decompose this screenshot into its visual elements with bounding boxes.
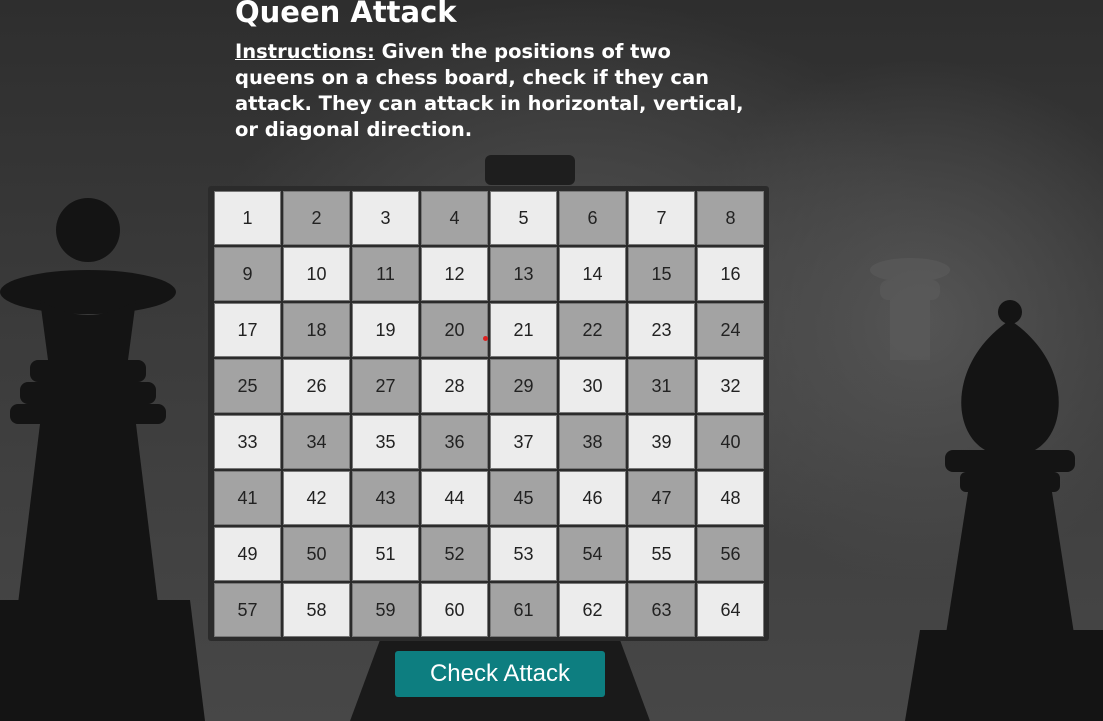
board-square[interactable]: 36 [421,415,488,469]
board-square[interactable]: 45 [490,471,557,525]
instructions-label: Instructions: [235,40,375,63]
board-square[interactable]: 52 [421,527,488,581]
board-square[interactable]: 42 [283,471,350,525]
board-square[interactable]: 63 [628,583,695,637]
board-square[interactable]: 11 [352,247,419,301]
chess-board: 1 2 3 4 5 6 7 8 9 10 11 12 13 14 15 16 17 18 19 20 21 22 23 24 2… [208,186,769,641]
board-square[interactable]: 28 [421,359,488,413]
board-square[interactable]: 30 [559,359,626,413]
board-square[interactable]: 25 [214,359,281,413]
board-square[interactable]: 60 [421,583,488,637]
board-square[interactable]: 14 [559,247,626,301]
board-square[interactable]: 8 [697,191,764,245]
board-square[interactable]: 55 [628,527,695,581]
board-square[interactable]: 61 [490,583,557,637]
board-square[interactable]: 50 [283,527,350,581]
board-square[interactable]: 54 [559,527,626,581]
board-square[interactable]: 46 [559,471,626,525]
board-square[interactable]: 6 [559,191,626,245]
board-square[interactable]: 34 [283,415,350,469]
board-square[interactable]: 31 [628,359,695,413]
mouse-cursor-marker [483,336,488,341]
board-square[interactable]: 51 [352,527,419,581]
board-square[interactable]: 32 [697,359,764,413]
board-square[interactable]: 12 [421,247,488,301]
board-square[interactable]: 2 [283,191,350,245]
board-square[interactable]: 15 [628,247,695,301]
board-square[interactable]: 21 [490,303,557,357]
board-square[interactable]: 3 [352,191,419,245]
board-square[interactable]: 56 [697,527,764,581]
instructions: Instructions: Given the positions of two… [235,39,755,143]
board-square[interactable]: 43 [352,471,419,525]
board-square[interactable]: 39 [628,415,695,469]
board-square[interactable]: 57 [214,583,281,637]
board-square[interactable]: 22 [559,303,626,357]
board-square[interactable]: 26 [283,359,350,413]
board-square[interactable]: 5 [490,191,557,245]
board-square[interactable]: 23 [628,303,695,357]
board-square[interactable]: 4 [421,191,488,245]
check-attack-button[interactable]: Check Attack [395,651,605,697]
board-square[interactable]: 20 [421,303,488,357]
board-square[interactable]: 49 [214,527,281,581]
board-square[interactable]: 9 [214,247,281,301]
board-square[interactable]: 7 [628,191,695,245]
board-square[interactable]: 10 [283,247,350,301]
board-square[interactable]: 47 [628,471,695,525]
board-square[interactable]: 53 [490,527,557,581]
board-square[interactable]: 13 [490,247,557,301]
board-square[interactable]: 35 [352,415,419,469]
board-square[interactable]: 38 [559,415,626,469]
board-square[interactable]: 24 [697,303,764,357]
board-square[interactable]: 48 [697,471,764,525]
board-square[interactable]: 33 [214,415,281,469]
page-title: Queen Attack [235,0,457,29]
board-square[interactable]: 62 [559,583,626,637]
board-square[interactable]: 37 [490,415,557,469]
board-square[interactable]: 17 [214,303,281,357]
board-grid: 1 2 3 4 5 6 7 8 9 10 11 12 13 14 15 16 17 18 19 20 21 22 23 24 2… [214,191,764,637]
board-square[interactable]: 27 [352,359,419,413]
board-square[interactable]: 29 [490,359,557,413]
board-square[interactable]: 19 [352,303,419,357]
board-square[interactable]: 40 [697,415,764,469]
board-square[interactable]: 64 [697,583,764,637]
board-square[interactable]: 16 [697,247,764,301]
board-square[interactable]: 59 [352,583,419,637]
board-square[interactable]: 58 [283,583,350,637]
board-square[interactable]: 41 [214,471,281,525]
board-square[interactable]: 44 [421,471,488,525]
board-square[interactable]: 1 [214,191,281,245]
board-square[interactable]: 18 [283,303,350,357]
